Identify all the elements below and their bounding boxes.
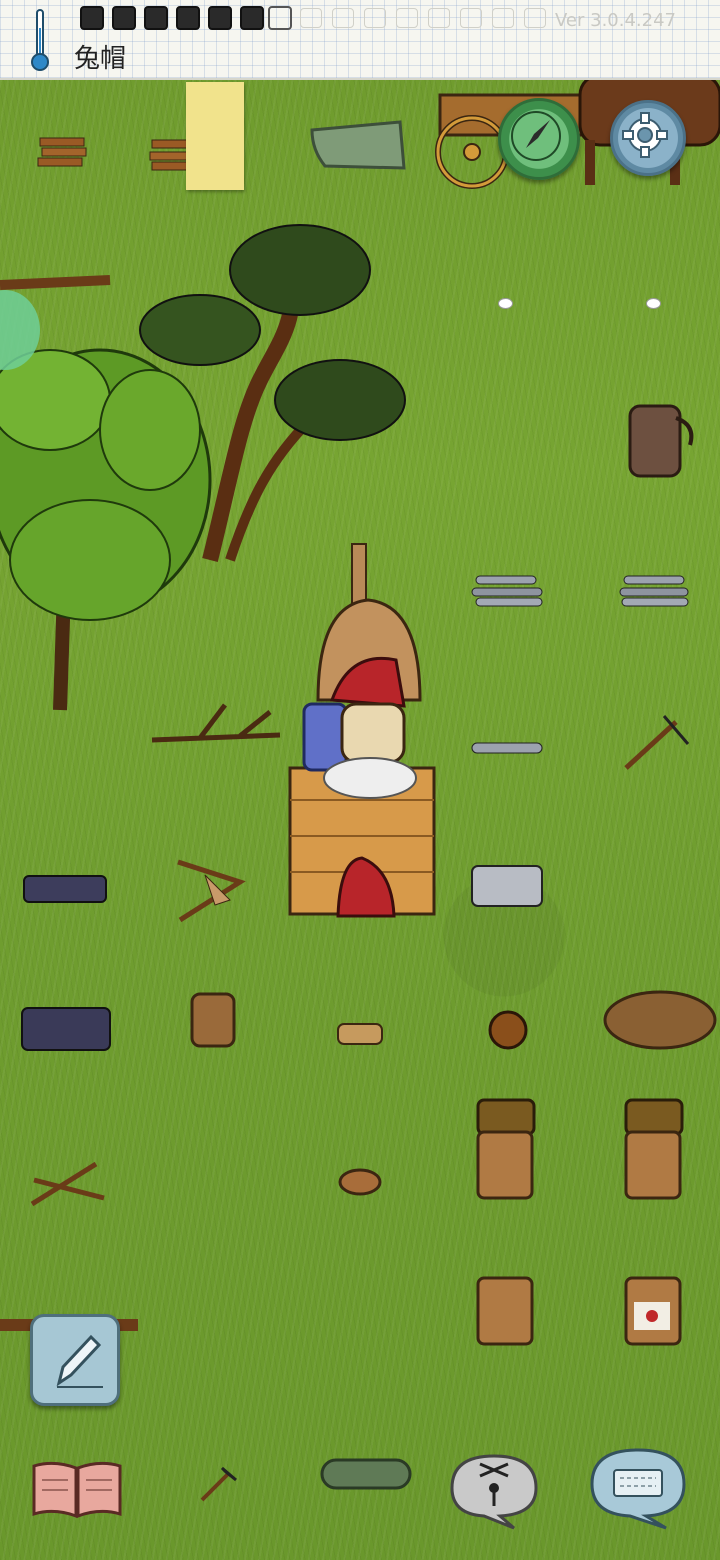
food-pip-ghost bbox=[524, 8, 546, 28]
maple-tree bbox=[0, 348, 212, 711]
gear-icon bbox=[622, 112, 668, 158]
food-pip-full bbox=[80, 6, 104, 30]
compass-button[interactable] bbox=[498, 98, 580, 180]
sticky-note[interactable] bbox=[186, 82, 244, 190]
iron-ore-pile bbox=[21, 1007, 111, 1051]
wooden-bowls bbox=[190, 992, 236, 1048]
branch bbox=[0, 275, 111, 290]
settings-button[interactable] bbox=[610, 100, 686, 176]
stone-hatchet bbox=[624, 715, 690, 770]
basket-on-crock bbox=[476, 1098, 536, 1200]
flat-stones bbox=[471, 575, 543, 607]
puppet-icon[interactable] bbox=[444, 1452, 544, 1530]
held-item-label: 兔帽 bbox=[74, 44, 127, 74]
food-pip-ghost bbox=[300, 8, 322, 28]
clay-roll bbox=[320, 1458, 412, 1490]
kindling-pile bbox=[603, 990, 717, 1050]
branch bbox=[151, 703, 281, 743]
iron-ore-pile bbox=[23, 875, 107, 903]
note-pencil-button[interactable] bbox=[30, 1314, 120, 1406]
leather-backpack bbox=[628, 404, 694, 478]
wet-clay-roll bbox=[310, 120, 406, 170]
clay-plate bbox=[337, 1023, 383, 1045]
book-icon[interactable] bbox=[30, 1458, 124, 1520]
labeled-crock bbox=[624, 1276, 682, 1346]
bow-drill bbox=[177, 859, 246, 923]
crossed-sticks bbox=[30, 1161, 105, 1207]
hud-top-bar: 兔帽 Ver 3.0.4.247 bbox=[0, 0, 720, 80]
flat-stones bbox=[619, 575, 689, 607]
food-pip-ghost bbox=[428, 8, 450, 28]
thermometer-icon bbox=[31, 9, 49, 71]
food-pip-ghost bbox=[492, 8, 514, 28]
version-label: Ver 3.0.4.247 bbox=[555, 10, 676, 31]
food-pip-ghost bbox=[396, 8, 418, 28]
map-ping bbox=[498, 298, 513, 309]
basket-on-crock bbox=[624, 1098, 684, 1200]
flat-stone-stack bbox=[471, 865, 543, 907]
food-pip-full bbox=[176, 6, 200, 30]
compass-icon bbox=[511, 111, 561, 161]
food-pip-full bbox=[208, 6, 232, 30]
pencil-icon bbox=[56, 1334, 103, 1388]
clay-crock bbox=[476, 1276, 534, 1346]
food-pip-full bbox=[144, 6, 168, 30]
keyboard-icon[interactable] bbox=[586, 1446, 690, 1530]
burdock bbox=[488, 1010, 528, 1050]
flat-stones bbox=[471, 742, 543, 754]
map-ping bbox=[646, 298, 661, 309]
food-pip-full bbox=[240, 6, 264, 30]
food-pip-ghost bbox=[460, 8, 482, 28]
food-pip-ghost bbox=[332, 8, 354, 28]
firewood-bundle bbox=[37, 137, 87, 167]
stone-axe bbox=[200, 1466, 237, 1502]
food-pip-full bbox=[112, 6, 136, 30]
food-pip-empty bbox=[268, 6, 292, 30]
food-pip-ghost bbox=[364, 8, 386, 28]
clay-bowl bbox=[338, 1168, 382, 1196]
